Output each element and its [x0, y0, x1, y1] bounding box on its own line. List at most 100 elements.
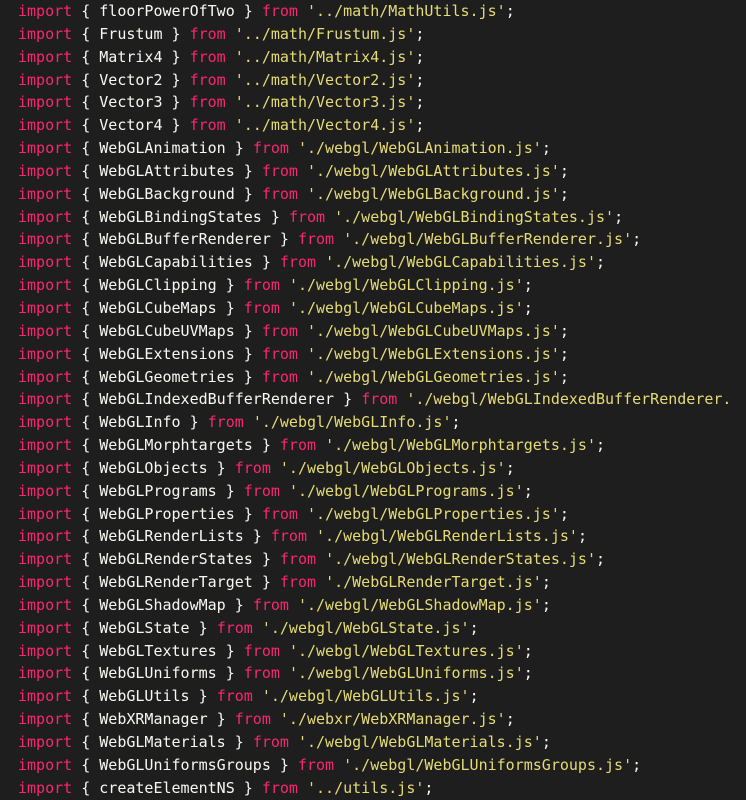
- module-path: './webgl/WebGLIndexedBufferRenderer.: [406, 390, 732, 409]
- import-keyword: import: [18, 413, 73, 432]
- open-brace: {: [72, 436, 100, 455]
- code-editor[interactable]: import { floorPowerOfTwo } from '../math…: [0, 0, 746, 800]
- close-brace: }: [180, 413, 208, 432]
- open-brace: {: [72, 321, 100, 340]
- close-brace: }: [216, 298, 244, 317]
- import-keyword: import: [18, 573, 73, 592]
- open-brace: {: [72, 344, 100, 363]
- close-brace: }: [234, 2, 262, 20]
- import-keyword: import: [18, 93, 73, 112]
- close-brace: }: [234, 778, 262, 797]
- imported-identifier: WebGLCubeMaps: [99, 298, 217, 317]
- module-path: './webgl/WebGLMaterials.js': [297, 733, 542, 751]
- code-line-33: import { WebGLMaterials } from './webgl/…: [18, 731, 731, 754]
- from-keyword: from: [252, 733, 289, 751]
- from-keyword: from: [261, 184, 298, 203]
- import-keyword: import: [18, 778, 73, 797]
- close-brace: }: [216, 641, 244, 660]
- import-keyword: import: [18, 755, 73, 774]
- semicolon: ;: [559, 367, 569, 386]
- semicolon: ;: [596, 253, 606, 272]
- imported-identifier: Vector3: [99, 93, 163, 112]
- imported-identifier: floorPowerOfTwo: [99, 2, 235, 20]
- close-brace: }: [162, 70, 190, 89]
- code-line-10: import { WebGLBindingStates } from './we…: [18, 206, 731, 229]
- from-keyword: from: [252, 139, 289, 158]
- code-line-17: import { WebGLGeometries } from './webgl…: [18, 366, 731, 389]
- code-line-3: import { Matrix4 } from '../math/Matrix4…: [18, 46, 731, 69]
- from-keyword: from: [297, 230, 335, 249]
- semicolon: ;: [523, 664, 533, 683]
- code-content[interactable]: import { floorPowerOfTwo } from '../math…: [18, 0, 731, 800]
- close-brace: }: [189, 687, 217, 706]
- code-line-9: import { WebGLBackground } from './webgl…: [18, 183, 731, 206]
- code-line-13: import { WebGLClipping } from './webgl/W…: [18, 274, 731, 297]
- open-brace: {: [72, 116, 100, 135]
- code-line-19: import { WebGLInfo } from './webgl/WebGL…: [18, 411, 731, 434]
- semicolon: ;: [415, 47, 425, 66]
- imported-identifier: WebGLProperties: [99, 504, 235, 523]
- from-keyword: from: [243, 664, 280, 683]
- semicolon: ;: [415, 116, 425, 135]
- semicolon: ;: [415, 93, 425, 112]
- close-brace: }: [225, 139, 253, 158]
- semicolon: ;: [596, 550, 606, 569]
- from-keyword: from: [261, 778, 298, 797]
- code-line-35: import { createElementNS } from '../util…: [18, 777, 731, 800]
- imported-identifier: Matrix4: [99, 47, 163, 66]
- imported-identifier: WebXRManager: [99, 710, 208, 729]
- semicolon: ;: [523, 298, 533, 317]
- import-keyword: import: [18, 47, 73, 66]
- open-brace: {: [72, 24, 100, 43]
- from-keyword: from: [261, 2, 298, 20]
- close-brace: }: [270, 230, 298, 249]
- close-brace: }: [234, 321, 262, 340]
- open-brace: {: [72, 710, 100, 729]
- close-brace: }: [252, 436, 280, 455]
- import-keyword: import: [18, 504, 73, 523]
- imported-identifier: WebGLCubeUVMaps: [99, 321, 235, 340]
- close-brace: }: [234, 184, 262, 203]
- code-line-11: import { WebGLBufferRenderer } from './w…: [18, 228, 731, 251]
- open-brace: {: [72, 481, 100, 500]
- code-line-26: import { WebGLRenderTarget } from './Web…: [18, 571, 731, 594]
- imported-identifier: WebGLGeometries: [99, 367, 235, 386]
- open-brace: {: [72, 595, 100, 614]
- imported-identifier: WebGLBindingStates: [99, 207, 262, 226]
- imported-identifier: Vector4: [99, 116, 163, 135]
- from-keyword: from: [216, 687, 253, 706]
- close-brace: }: [234, 504, 262, 523]
- module-path: './webgl/WebGLBackground.js': [307, 184, 560, 203]
- imported-identifier: WebGLRenderLists: [99, 527, 244, 546]
- close-brace: }: [261, 207, 289, 226]
- open-brace: {: [72, 276, 100, 295]
- open-brace: {: [72, 778, 100, 797]
- code-line-12: import { WebGLCapabilities } from './web…: [18, 251, 731, 274]
- imported-identifier: WebGLCapabilities: [99, 253, 253, 272]
- close-brace: }: [162, 93, 190, 112]
- code-line-31: import { WebGLUtils } from './webgl/WebG…: [18, 685, 731, 708]
- close-brace: }: [252, 253, 280, 272]
- import-keyword: import: [18, 344, 73, 363]
- from-keyword: from: [243, 298, 280, 317]
- code-line-30: import { WebGLUniforms } from './webgl/W…: [18, 662, 731, 685]
- open-brace: {: [72, 390, 100, 409]
- from-keyword: from: [234, 710, 271, 729]
- from-keyword: from: [234, 458, 271, 477]
- import-keyword: import: [18, 527, 73, 546]
- module-path: '../utils.js': [307, 778, 425, 797]
- module-path: './webgl/WebGLUniformsGroups.js': [343, 755, 633, 774]
- import-keyword: import: [18, 207, 73, 226]
- close-brace: }: [234, 344, 262, 363]
- open-brace: {: [72, 733, 100, 751]
